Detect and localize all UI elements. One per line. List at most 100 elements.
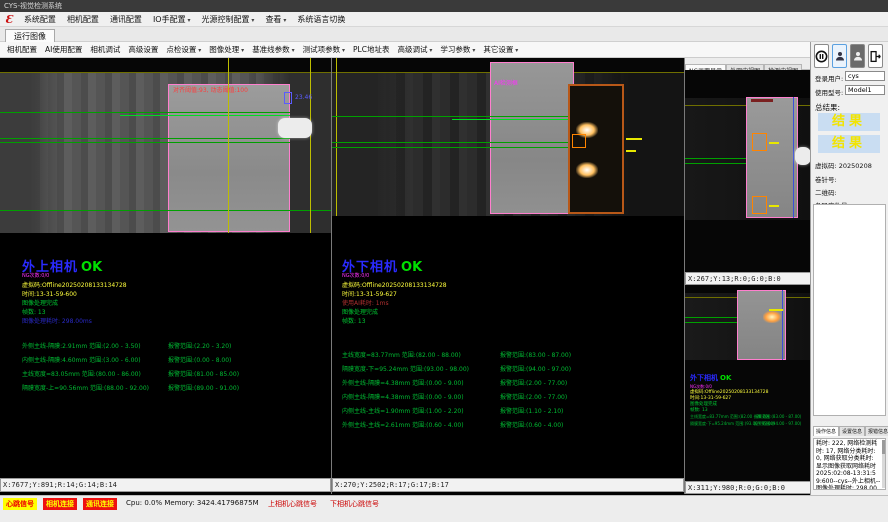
measurement-warn-range: 报警范围:(94.00 - 97.00) <box>500 364 571 373</box>
menu-bar: Ɛ 系统配置 相机配置 通讯配置 IO手配置 光源控制配置 查看 系统语言切换 <box>0 12 888 27</box>
measurement-warn-range: 报警范围:(83.00 - 87.00) <box>500 350 571 359</box>
right-view1-pixel-coordinates: X:267;Y:13;R:0;G:0;B:0 <box>685 272 811 285</box>
yellow-reference-line <box>310 58 311 233</box>
mini-camera-ok-status: OK <box>720 374 731 382</box>
toolbar-advanced-debug[interactable]: 高级调试 <box>397 44 432 55</box>
tab-operation-info[interactable]: 操作信息 <box>813 426 839 436</box>
blue-roi-box <box>284 92 292 104</box>
roi-orange-box <box>752 196 767 214</box>
left-measurement-list: 外侧主线-隔膜:2.91mm 范围:(2.00 - 3.50)报警范围:(2.2… <box>22 341 149 397</box>
log-tabstrip: 操作信息设置信息报错信息 <box>813 426 888 436</box>
measurement-warn-range: 报警范围:(81.00 - 85.00) <box>168 369 239 378</box>
toolbar-spot-check-settings[interactable]: 点检设置 <box>166 44 201 55</box>
center-ng-count: NG次数:0/0 <box>342 272 369 279</box>
model-field[interactable] <box>845 85 885 95</box>
menu-item-system-config[interactable]: 系统配置 <box>24 14 56 25</box>
toolbar-camera-debug[interactable]: 相机调试 <box>90 44 120 55</box>
left-frame-count: 帧数: 13 <box>22 307 46 316</box>
center-camera-ok-status: OK <box>401 260 422 275</box>
virtual-code-field: 虚拟码: 20250208 <box>815 160 872 170</box>
toolbar-plc-address-table[interactable]: PLC地址表 <box>353 44 389 55</box>
app-logo-icon: Ɛ <box>5 13 13 26</box>
yellow-marker <box>626 138 642 140</box>
pause-button[interactable] <box>814 44 829 68</box>
menu-item-view[interactable]: 查看 <box>265 14 286 25</box>
measurement-text: 主线宽度=83.77mm 范围:(82.00 - 88.00) <box>342 352 461 359</box>
menu-item-language-switch[interactable]: 系统语言切换 <box>297 14 345 25</box>
toolbar-baseline-params[interactable]: 基准线参数 <box>252 44 294 55</box>
tab-settings-info[interactable]: 设置信息 <box>839 426 865 436</box>
panel-divider <box>331 58 332 494</box>
baseline-yellow-line <box>0 72 331 73</box>
toolbar-ai-usage-config[interactable]: AI使用配置 <box>45 44 82 55</box>
menu-item-io-hand-config[interactable]: IO手配置 <box>153 14 191 25</box>
heartbeat-status-badge: 心跳信号 <box>3 498 37 510</box>
measurement-row: 外侧主线-主线=2.61mm 范围:(0.60 - 4.00)报警范围:(0.6… <box>342 420 469 434</box>
measurement-warn-range: 报警范围:(0.00 - 8.00) <box>168 355 231 364</box>
green-measure-line <box>120 115 290 116</box>
mini-measurement-list: 主线宽度=83.77mm 范围:(82.00 - 88.00)报警范围:(83.… <box>690 414 775 428</box>
measurement-text: 外侧主线-隔膜=4.38mm 范围:(0.00 - 9.00) <box>342 380 464 387</box>
tab-connector-blob <box>278 118 312 138</box>
measurement-text: 内侧主线-隔膜:4.60mm 范围:(3.00 - 6.00) <box>22 357 141 364</box>
winding-pin-field: 卷针号: <box>815 174 837 184</box>
left-camera-image[interactable]: 23.46 对齐阈值:93, 动态阈值:100 <box>0 58 331 233</box>
tab-error-info[interactable]: 报错信息 <box>865 426 888 436</box>
menu-item-camera-config[interactable]: 相机配置 <box>67 14 99 25</box>
green-measure-line <box>452 119 574 120</box>
measurement-text: 外侧主线-隔膜:2.91mm 范围:(2.00 - 3.50) <box>22 343 141 350</box>
result-list-box[interactable] <box>813 204 886 416</box>
operation-log-text[interactable]: 耗时: 222, 网络检测耗时: 17, 网络分类耗时: 0, 网络获取分类耗时… <box>813 438 886 490</box>
green-measure-line <box>332 116 574 117</box>
center-camera-image[interactable]: AI检测框 <box>332 58 684 216</box>
log-scrollbar-thumb[interactable] <box>882 440 885 454</box>
green-measure-line <box>0 138 290 139</box>
tab-connector-blob <box>795 147 811 165</box>
user-manage-button[interactable] <box>850 44 865 68</box>
log-scrollbar[interactable] <box>882 440 885 488</box>
mini-frame-count: 帧数: 13 <box>690 407 708 413</box>
left-camera-ok-status: OK <box>81 260 102 275</box>
login-user-label: 登录用户: <box>815 73 843 83</box>
measurement-row: 隔膜宽度-下=95.24mm 范围:(93.00 - 98.00)报警范围:(9… <box>342 364 469 378</box>
green-measure-line <box>685 163 747 164</box>
user-login-button[interactable] <box>832 44 847 68</box>
camera-connection-badge: 相机连接 <box>43 498 77 510</box>
threshold-overlay-label: 对齐阈值:93, 动态阈值:100 <box>173 85 248 94</box>
measurement-warn-range: 报警范围:(89.00 - 91.00) <box>168 383 239 392</box>
toolbar-camera-config[interactable]: 相机配置 <box>7 44 37 55</box>
result-box-bottom: 结果 <box>818 135 880 153</box>
toolbar: 相机配置 AI使用配置 相机调试 高级设置 点检设置 图像处理 基准线参数 测试… <box>0 42 810 58</box>
side-panel: 登录用户: 使用型号: 总结果: 结果 结果 虚拟码: 20250208 卷针号… <box>810 42 888 495</box>
left-pixel-coordinates: X:7677;Y:891;R:14;G:14;B:14 <box>0 478 331 492</box>
toolbar-learning-params[interactable]: 学习参数 <box>440 44 475 55</box>
right-camera-view-1[interactable] <box>685 70 811 272</box>
blue-reference-line <box>782 290 783 360</box>
login-user-field[interactable] <box>845 71 885 81</box>
toolbar-image-processing[interactable]: 图像处理 <box>209 44 244 55</box>
roi-orange-box <box>752 133 767 151</box>
yellow-marker <box>769 309 783 311</box>
menu-item-light-control-config[interactable]: 光源控制配置 <box>202 14 255 25</box>
measurement-warn-range: 报警范围:(83.00 - 87.00) <box>754 414 801 420</box>
window-titlebar: CYS-视觉检测系统 <box>0 0 888 12</box>
mini-camera-result-title: 外下相机OK <box>690 373 731 383</box>
exit-button[interactable] <box>868 44 883 68</box>
toolbar-test-item-params[interactable]: 测试项参数 <box>303 44 345 55</box>
measurement-text: 内侧主线-主线=1.90mm 范围:(1.00 - 2.20) <box>342 408 464 415</box>
ai-detect-label: AI检测框 <box>494 78 518 87</box>
center-barcode: 虚拟码:Offline20250208133134728 <box>342 280 447 289</box>
cell-region-box <box>737 290 786 360</box>
toolbar-advanced-settings[interactable]: 高级设置 <box>128 44 158 55</box>
ai-detect-region-box <box>568 84 624 214</box>
status-bar: 心跳信号 相机连接 通讯连接 Cpu: 0.0% Memory: 3424.41… <box>0 495 888 522</box>
right-camera-view-2[interactable]: 外下相机OK NG次数:0/0 虚拟码:Offline2025020813313… <box>685 285 811 481</box>
roi-orange-box <box>572 134 586 148</box>
left-barcode: 虚拟码:Offline20250208133134728 <box>22 280 127 289</box>
user-settings-icon <box>852 50 864 62</box>
weld-glow-spot <box>763 311 781 323</box>
measurement-warn-range: 报警范围:(2.00 - 77.00) <box>500 378 567 387</box>
menu-item-comm-config[interactable]: 通讯配置 <box>110 14 142 25</box>
measurement-row: 主线宽度=83.77mm 范围:(82.00 - 88.00)报警范围:(83.… <box>342 350 469 364</box>
toolbar-other-settings[interactable]: 其它设置 <box>483 44 518 55</box>
